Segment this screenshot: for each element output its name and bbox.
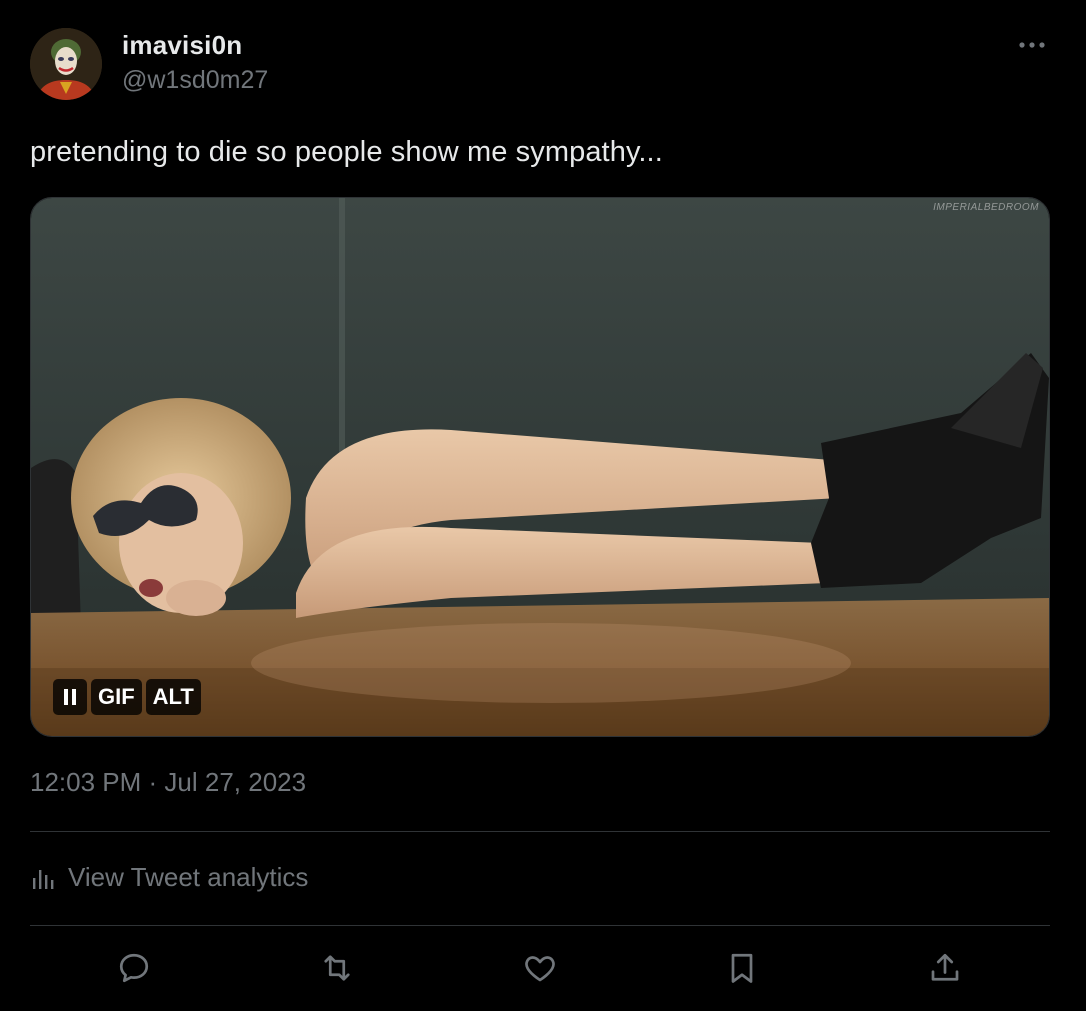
divider: [30, 925, 1050, 926]
tweet-timestamp: 12:03 PM · Jul 27, 2023: [30, 767, 306, 798]
divider: [30, 831, 1050, 832]
timestamp-separator: ·: [141, 767, 165, 797]
tweet-action-bar: [30, 944, 1050, 992]
more-dots-icon: [1019, 42, 1045, 48]
display-name[interactable]: imavisi0n: [122, 30, 242, 61]
pause-button[interactable]: [53, 679, 87, 715]
bookmark-icon: [731, 953, 753, 983]
share-icon: [931, 953, 959, 981]
gif-badge: GIF: [91, 679, 142, 715]
reply-button[interactable]: [112, 944, 156, 992]
analytics-label: View Tweet analytics: [68, 862, 309, 892]
timestamp-time[interactable]: 12:03 PM: [30, 767, 141, 797]
pause-icon: [64, 689, 76, 705]
alt-text-button[interactable]: ALT: [145, 679, 201, 715]
gif-controls: GIF ALT: [53, 679, 201, 715]
gif-image: [31, 198, 1049, 736]
reply-icon: [119, 953, 149, 983]
retweet-button[interactable]: [315, 944, 359, 992]
username-handle[interactable]: @w1sd0m27: [122, 66, 268, 95]
tweet-text: pretending to die so people show me symp…: [30, 136, 663, 168]
like-button[interactable]: [518, 944, 562, 992]
tweet-detail: imavisi0n @w1sd0m27 pretending to die so…: [0, 0, 1086, 1011]
timestamp-date[interactable]: Jul 27, 2023: [164, 767, 306, 797]
share-button[interactable]: [923, 944, 967, 992]
gif-media[interactable]: IMPERIALBEDROOM GIF ALT: [30, 197, 1050, 737]
analytics-bars-icon: [33, 869, 54, 889]
retweet-icon: [324, 955, 350, 981]
heart-icon: [525, 956, 555, 982]
bookmark-button[interactable]: [720, 944, 764, 992]
gif-watermark: IMPERIALBEDROOM: [933, 202, 1039, 213]
view-tweet-analytics-link[interactable]: View Tweet analytics: [30, 862, 308, 893]
more-options-button[interactable]: [1010, 30, 1054, 60]
avatar[interactable]: [30, 28, 102, 100]
joker-avatar-image: [30, 28, 102, 100]
